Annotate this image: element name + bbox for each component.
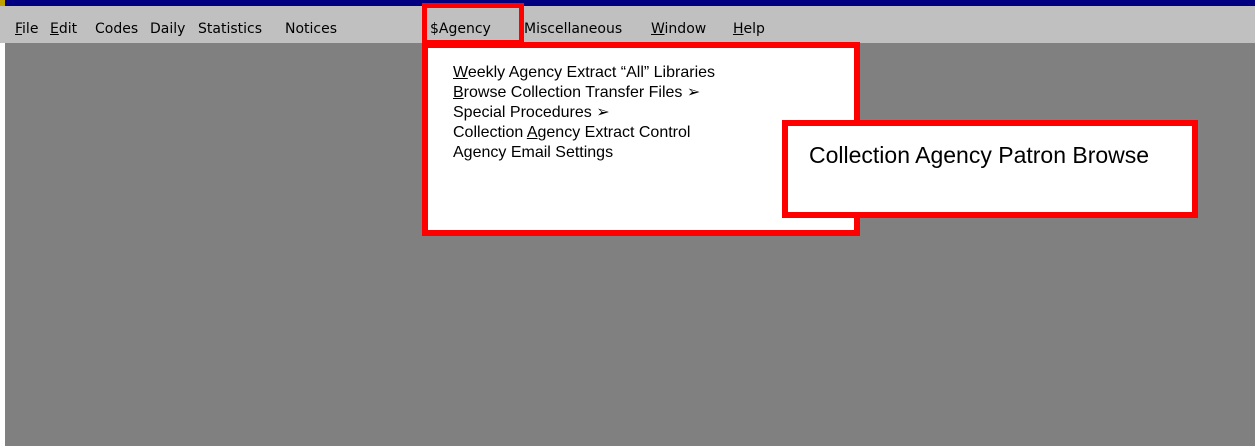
menu-miscellaneous[interactable]: Miscellaneous: [524, 19, 622, 39]
dropdown-item-list: Weekly Agency Extract “All” Libraries Br…: [453, 63, 715, 163]
menu-statistics[interactable]: Statistics: [198, 19, 262, 39]
menu-item-label-pre: Collection: [453, 124, 527, 141]
menu-edit[interactable]: Edit: [50, 19, 77, 39]
menu-codes[interactable]: Codes: [95, 19, 138, 39]
mnemonic: W: [453, 64, 468, 81]
menu-file[interactable]: File: [15, 19, 38, 39]
menu-item-label: rowse Collection Transfer Files ➢: [463, 84, 701, 101]
menu-window[interactable]: Window: [651, 19, 706, 39]
menu-file-ul: F: [15, 21, 23, 37]
menu-item-browse-collection-transfer-files[interactable]: Browse Collection Transfer Files ➢: [453, 83, 715, 103]
menu-notices[interactable]: Notices: [285, 19, 337, 39]
menu-window-rest: indow: [664, 21, 707, 37]
menu-item-special-procedures[interactable]: Special Procedures ➢: [453, 103, 715, 123]
agency-menu-highlight: [422, 3, 524, 45]
menu-file-rest: ile: [22, 21, 39, 37]
callout-text: Collection Agency Patron Browse: [809, 142, 1150, 168]
menu-item-collection-agency-extract-control[interactable]: Collection Agency Extract Control: [453, 123, 715, 143]
menu-edit-rest: dit: [58, 21, 78, 37]
mnemonic: B: [453, 84, 464, 101]
menu-daily[interactable]: Daily: [150, 19, 185, 39]
menu-item-label-post: gency Extract Control: [537, 124, 691, 141]
mnemonic: A: [526, 124, 538, 141]
menu-help[interactable]: Help: [733, 19, 765, 39]
menu-window-ul: W: [651, 21, 665, 37]
menu-item-label: eekly Agency Extract “All” Libraries: [467, 64, 716, 81]
menu-bar: File Edit Codes Daily Statistics Notices…: [0, 6, 1255, 43]
menu-edit-ul: E: [50, 21, 59, 37]
menu-help-rest: elp: [743, 21, 765, 37]
annotation-callout: Collection Agency Patron Browse: [782, 120, 1198, 218]
menu-item-weekly-agency-extract[interactable]: Weekly Agency Extract “All” Libraries: [453, 63, 715, 83]
menu-item-agency-email-settings[interactable]: Agency Email Settings: [453, 143, 715, 163]
menu-help-ul: H: [733, 21, 744, 37]
